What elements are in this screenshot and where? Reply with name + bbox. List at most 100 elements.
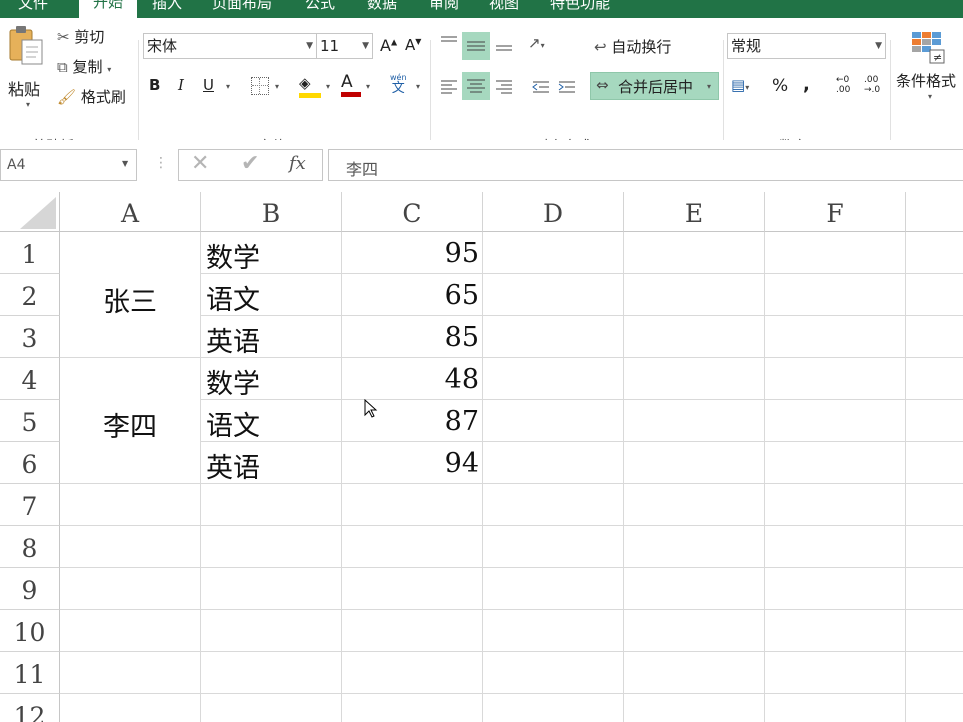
cell-c4[interactable]: 48 [342, 364, 479, 395]
merged-cell-a1-a3[interactable]: 张三 [60, 233, 200, 357]
font-color-button[interactable]: A [341, 72, 361, 97]
border-dropdown-icon[interactable]: ▾ [275, 82, 279, 91]
font-color-dropdown-icon[interactable]: ▾ [366, 82, 370, 91]
tab-home[interactable]: 开始 [79, 0, 138, 18]
font-name-dropdown[interactable]: 宋体 ▼ [143, 33, 317, 59]
align-bottom-button[interactable] [493, 32, 515, 58]
cell-b5[interactable]: 语文 [206, 404, 260, 443]
tab-page-layout[interactable]: 页面布局 [212, 0, 272, 13]
fill-color-button[interactable]: ◈ [299, 73, 321, 98]
underline-button[interactable]: U [203, 76, 214, 94]
comma-button[interactable]: , [803, 74, 810, 95]
fill-color-dropdown-icon[interactable]: ▾ [326, 82, 330, 91]
enter-icon[interactable]: ✔ [241, 151, 259, 176]
cell-c5[interactable]: 87 [342, 406, 479, 437]
tab-data[interactable]: 数据 [367, 0, 397, 13]
bold-button[interactable]: B [149, 76, 160, 94]
tab-view[interactable]: 视图 [489, 0, 519, 13]
row-header-12[interactable]: 12 [0, 694, 60, 722]
cell-b2[interactable]: 语文 [206, 278, 260, 317]
paste-dropdown-icon[interactable]: ▾ [26, 100, 30, 109]
phonetic-button[interactable]: wén 文 [390, 73, 407, 96]
underline-label: U [203, 76, 214, 94]
tab-formulas[interactable]: 公式 [305, 0, 335, 13]
formula-input[interactable]: 李四 [328, 149, 963, 181]
accounting-format-button[interactable]: ▤▾ [731, 76, 749, 94]
cell-c1[interactable]: 95 [342, 238, 479, 269]
copy-button[interactable]: ⧉ 复制 ▾ [57, 56, 111, 77]
wrap-text-button[interactable]: ↩ 自动换行 [594, 36, 671, 57]
column-header-b[interactable]: B [201, 192, 342, 232]
formula-bar: A4 ▼ ⋮ ✕ ✔ fx 李四 [0, 140, 963, 192]
column-header-g[interactable] [906, 192, 963, 232]
row-header-6[interactable]: 6 [0, 442, 60, 484]
row-header-9[interactable]: 9 [0, 568, 60, 610]
font-color-swatch [341, 92, 361, 97]
merged-cell-a4-a6[interactable]: 李四 [60, 358, 200, 483]
column-header-d[interactable]: D [483, 192, 624, 232]
percent-button[interactable]: % [772, 76, 788, 96]
cell-c6[interactable]: 94 [342, 448, 479, 479]
decrease-indent-button[interactable] [530, 74, 552, 100]
border-icon[interactable] [251, 77, 269, 95]
row-header-5[interactable]: 5 [0, 400, 60, 442]
cancel-icon[interactable]: ✕ [191, 151, 209, 176]
drag-handle-icon[interactable]: ⋮ [154, 155, 168, 171]
column-header-a[interactable]: A [60, 192, 201, 232]
merge-center-button[interactable]: ⇔ 合并后居中 ▾ [590, 72, 719, 100]
row-header-8[interactable]: 8 [0, 526, 60, 568]
tab-file[interactable]: 文件 [18, 0, 48, 13]
cell-c3[interactable]: 85 [342, 322, 479, 353]
grow-font-button[interactable]: A▲ [380, 36, 397, 55]
tab-special-features[interactable]: 特色功能 [550, 0, 610, 13]
row-header-11[interactable]: 11 [0, 652, 60, 694]
conditional-format-button[interactable]: ≠ 条件格式 ▾ [896, 26, 963, 110]
column-header-e[interactable]: E [624, 192, 765, 232]
tab-insert[interactable]: 插入 [152, 0, 182, 13]
conditional-format-dropdown-icon[interactable]: ▾ [928, 92, 932, 101]
tab-review[interactable]: 审阅 [429, 0, 459, 13]
increase-indent-button[interactable] [556, 74, 578, 100]
format-painter-button[interactable]: 🖌 格式刷 [57, 86, 126, 107]
font-name-value: 宋体 [147, 37, 178, 55]
name-box[interactable]: A4 ▼ [0, 149, 137, 181]
formula-buttons-box: ✕ ✔ fx [178, 149, 323, 181]
ribbon-tab-strip: 文件 开始 插入 页面布局 公式 数据 审阅 视图 特色功能 [0, 0, 963, 18]
shrink-font-button[interactable]: A▼ [405, 36, 421, 54]
row-header-7[interactable]: 7 [0, 484, 60, 526]
format-painter-icon: 🖌 [57, 88, 77, 106]
align-top-button[interactable] [438, 32, 460, 58]
underline-dropdown-icon[interactable]: ▾ [226, 82, 230, 91]
italic-button[interactable]: I [178, 76, 184, 94]
insert-function-icon[interactable]: fx [289, 153, 306, 174]
cell-b3[interactable]: 英语 [206, 320, 260, 359]
increase-decimal-button[interactable]: ←0 .00 [836, 75, 850, 95]
cell-b6[interactable]: 英语 [206, 446, 260, 485]
phonetic-dropdown-icon[interactable]: ▾ [416, 82, 420, 91]
row-header-10[interactable]: 10 [0, 610, 60, 652]
cell-b4[interactable]: 数学 [206, 362, 260, 401]
align-middle-button[interactable] [462, 32, 490, 60]
paste-button[interactable]: 粘贴 ▾ [6, 24, 48, 109]
cell-c2[interactable]: 65 [342, 280, 479, 311]
paste-icon [9, 26, 43, 65]
cell-b1[interactable]: 数学 [206, 236, 260, 275]
row-header-1[interactable]: 1 [0, 232, 60, 274]
number-format-dropdown[interactable]: 常规 ▼ [727, 33, 886, 59]
merge-dropdown-icon[interactable]: ▾ [707, 82, 711, 91]
align-center-button[interactable] [462, 72, 490, 100]
align-left-button[interactable] [438, 74, 460, 100]
cut-button[interactable]: ✂ 剪切 [57, 26, 104, 47]
select-all-button[interactable] [0, 192, 60, 232]
column-header-f[interactable]: F [765, 192, 906, 232]
column-header-c[interactable]: C [342, 192, 483, 232]
row-header-4[interactable]: 4 [0, 358, 60, 400]
font-size-dropdown[interactable]: 11 ▼ [316, 33, 373, 59]
row-header-2[interactable]: 2 [0, 274, 60, 316]
orientation-button[interactable]: ↗▾ [528, 34, 545, 52]
decrease-decimal-button[interactable]: .00 →.0 [864, 75, 880, 95]
currency-icon: ▤ [731, 76, 746, 94]
align-right-button[interactable] [493, 74, 515, 100]
copy-dropdown-icon[interactable]: ▾ [107, 65, 111, 74]
row-header-3[interactable]: 3 [0, 316, 60, 358]
